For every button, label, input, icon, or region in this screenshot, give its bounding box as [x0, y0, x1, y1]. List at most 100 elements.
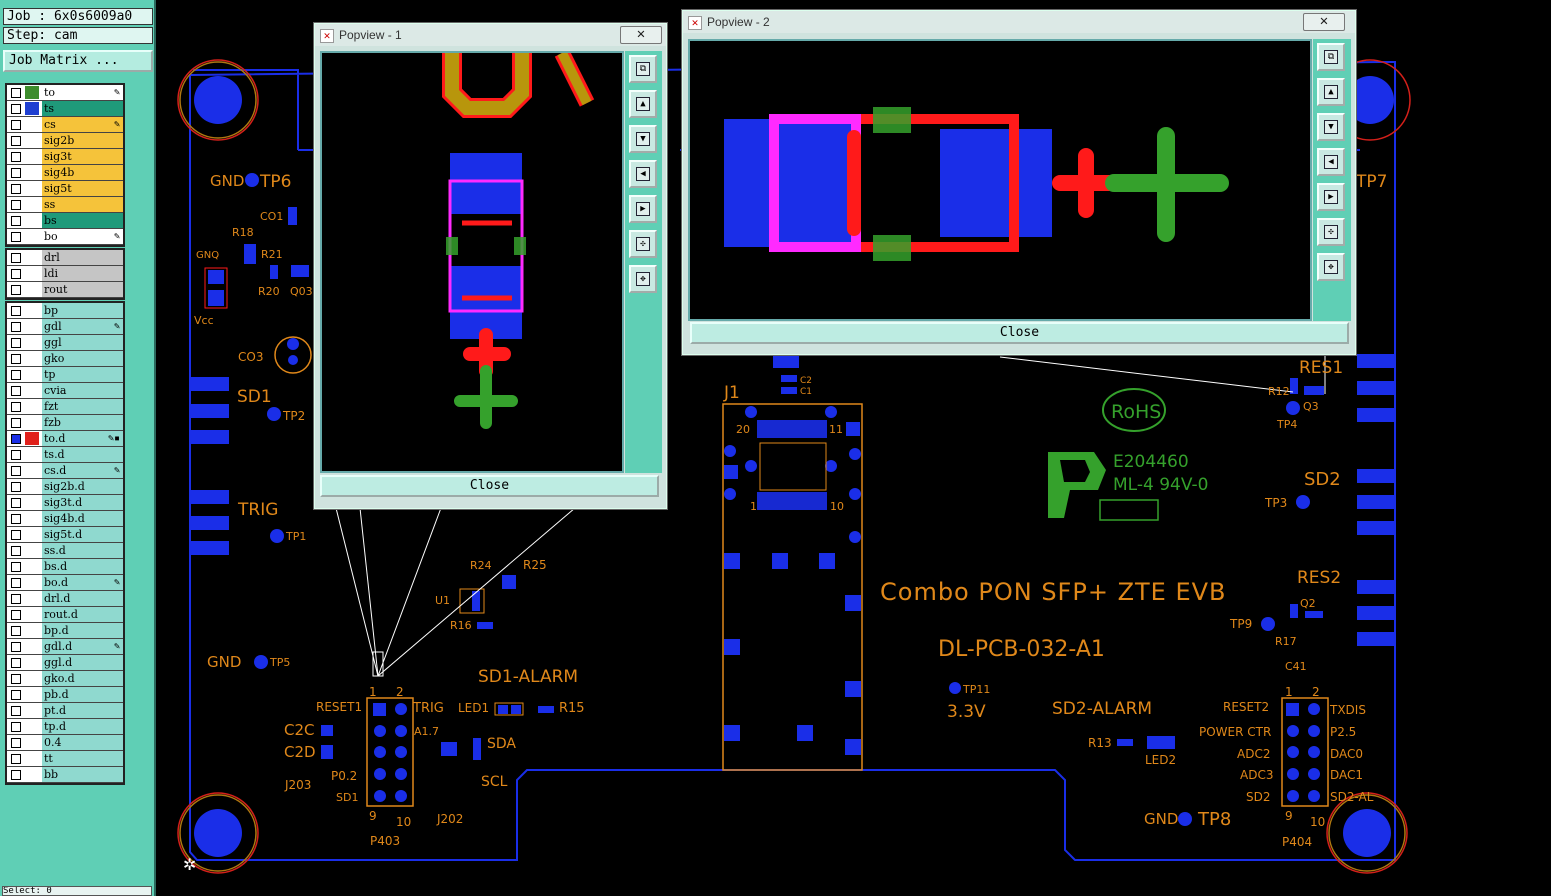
popview-1-canvas[interactable]	[320, 51, 624, 473]
layer-row-pt-d[interactable]: pt.d	[7, 703, 123, 719]
popview-2-zoom-home-button[interactable]: ⧉	[1317, 43, 1345, 71]
popview-1-close-button[interactable]: Close	[320, 475, 659, 497]
layer-row-rout-d[interactable]: rout.d	[7, 607, 123, 623]
layer-checkbox[interactable]	[11, 402, 21, 412]
layer-color-swatch[interactable]	[25, 736, 39, 749]
layer-color-swatch[interactable]	[25, 102, 39, 115]
layer-row-cs-d[interactable]: cs.d ✎	[7, 463, 123, 479]
layer-checkbox[interactable]	[11, 253, 21, 263]
layer-name[interactable]: fzb	[42, 415, 123, 430]
layer-color-swatch[interactable]	[25, 352, 39, 365]
layer-color-swatch[interactable]	[25, 118, 39, 131]
layer-checkbox[interactable]	[11, 88, 21, 98]
layer-name[interactable]: sig5t.d	[42, 527, 123, 542]
layer-checkbox[interactable]	[11, 722, 21, 732]
layer-checkbox[interactable]	[11, 610, 21, 620]
layer-name[interactable]: ss.d	[42, 543, 123, 558]
layer-name[interactable]: sig2b.d	[42, 479, 123, 494]
layer-color-swatch[interactable]	[25, 656, 39, 669]
layer-checkbox[interactable]	[11, 322, 21, 332]
layer-color-swatch[interactable]	[25, 283, 39, 296]
layer-color-swatch[interactable]	[25, 251, 39, 264]
layer-checkbox[interactable]	[11, 269, 21, 279]
layer-name[interactable]: tp	[42, 367, 123, 382]
layer-checkbox[interactable]	[11, 466, 21, 476]
popview-1-close-x-button[interactable]: ✕	[620, 26, 662, 44]
popview-1-fit-button[interactable]: ✣	[629, 230, 657, 258]
layer-checkbox[interactable]	[11, 514, 21, 524]
layer-color-swatch[interactable]	[25, 720, 39, 733]
layer-row-sig5t-d[interactable]: sig5t.d	[7, 527, 123, 543]
layer-color-swatch[interactable]	[25, 400, 39, 413]
layer-checkbox[interactable]	[11, 306, 21, 316]
layer-name[interactable]: ggl	[42, 335, 123, 350]
layer-checkbox[interactable]	[11, 354, 21, 364]
layer-color-swatch[interactable]	[25, 304, 39, 317]
layer-checkbox[interactable]	[11, 690, 21, 700]
layer-row-ts-d[interactable]: ts.d	[7, 447, 123, 463]
layer-name[interactable]: sig3t.d	[42, 495, 123, 510]
layer-row-bp-d[interactable]: bp.d	[7, 623, 123, 639]
popview-2-titlebar[interactable]: ✕ Popview - 2	[683, 11, 1355, 33]
popview-2-zoom-in-button[interactable]: ▲	[1317, 78, 1345, 106]
layer-checkbox[interactable]	[11, 450, 21, 460]
layer-row-tt[interactable]: tt	[7, 751, 123, 767]
layer-row-fzb[interactable]: fzb	[7, 415, 123, 431]
popview-2-canvas[interactable]	[688, 39, 1312, 321]
layer-row-to[interactable]: to ✎	[7, 85, 123, 101]
layer-name[interactable]: rout	[42, 282, 123, 297]
popview-2-pan-right-button[interactable]: ▶	[1317, 183, 1345, 211]
layer-color-swatch[interactable]	[25, 214, 39, 227]
layer-color-swatch[interactable]	[25, 198, 39, 211]
popview-2-close-button[interactable]: Close	[690, 322, 1349, 344]
layer-checkbox[interactable]	[11, 136, 21, 146]
popview-1-zoom-in-button[interactable]: ▲	[629, 90, 657, 118]
layer-checkbox[interactable]	[11, 738, 21, 748]
layer-name[interactable]: ts	[42, 101, 123, 116]
layer-color-swatch[interactable]	[25, 150, 39, 163]
layer-name[interactable]: bo.d	[42, 575, 123, 590]
layer-color-swatch[interactable]	[25, 672, 39, 685]
layer-color-swatch[interactable]	[25, 576, 39, 589]
layer-row-gdl-d[interactable]: gdl.d ✎	[7, 639, 123, 655]
layer-name[interactable]: rout.d	[42, 607, 123, 622]
layer-checkbox[interactable]	[11, 418, 21, 428]
layer-checkbox[interactable]	[11, 530, 21, 540]
layer-checkbox[interactable]	[11, 120, 21, 130]
layer-row-tp[interactable]: tp	[7, 367, 123, 383]
layer-checkbox[interactable]	[11, 200, 21, 210]
layer-color-swatch[interactable]	[25, 528, 39, 541]
layer-row-gdl[interactable]: gdl ✎	[7, 319, 123, 335]
layer-row-ts[interactable]: ts	[7, 101, 123, 117]
layer-checkbox[interactable]	[11, 594, 21, 604]
layer-checkbox[interactable]	[11, 770, 21, 780]
layer-color-swatch[interactable]	[25, 560, 39, 573]
layer-checkbox[interactable]	[11, 386, 21, 396]
layer-row-gko-d[interactable]: gko.d	[7, 671, 123, 687]
layer-name[interactable]: ss	[42, 197, 123, 212]
popview-1-zoom-home-button[interactable]: ⧉	[629, 55, 657, 83]
layer-name[interactable]: gdl.d	[42, 639, 123, 654]
layer-row-cvia[interactable]: cvia	[7, 383, 123, 399]
layer-checkbox[interactable]	[11, 184, 21, 194]
layer-color-swatch[interactable]	[25, 86, 39, 99]
popview-2-fit-all-button[interactable]: ✥	[1317, 253, 1345, 281]
popview-1-fit-all-button[interactable]: ✥	[629, 265, 657, 293]
layer-name[interactable]: bs.d	[42, 559, 123, 574]
layer-row-ggl[interactable]: ggl	[7, 335, 123, 351]
layer-color-swatch[interactable]	[25, 267, 39, 280]
layer-row-bo-d[interactable]: bo.d ✎	[7, 575, 123, 591]
layer-color-swatch[interactable]	[25, 592, 39, 605]
layer-checkbox[interactable]	[11, 562, 21, 572]
layer-checkbox[interactable]	[11, 482, 21, 492]
job-matrix-button[interactable]: Job Matrix ...	[3, 50, 153, 72]
layer-color-swatch[interactable]	[25, 134, 39, 147]
layer-name[interactable]: bp.d	[42, 623, 123, 638]
layer-row-drl-d[interactable]: drl.d	[7, 591, 123, 607]
layer-name[interactable]: ts.d	[42, 447, 123, 462]
layer-name[interactable]: bb	[42, 767, 123, 782]
layer-color-swatch[interactable]	[25, 624, 39, 637]
layer-color-swatch[interactable]	[25, 336, 39, 349]
layer-color-swatch[interactable]	[25, 230, 39, 243]
layer-name[interactable]: cs	[42, 117, 123, 132]
